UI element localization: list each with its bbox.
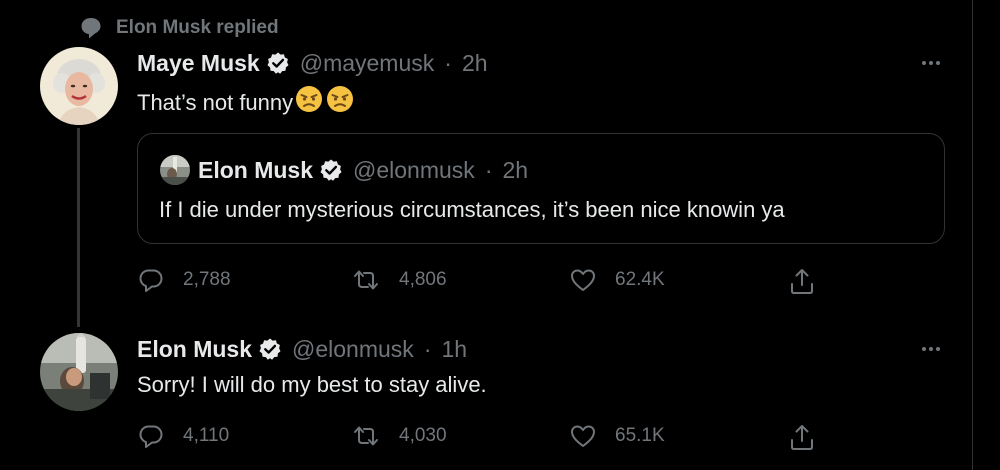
tweet-header: Elon Musk @elonmusk · 1h	[137, 335, 467, 363]
heart-icon	[569, 422, 597, 450]
reply-icon	[137, 266, 165, 294]
more-options-button[interactable]	[915, 53, 947, 73]
reply-button[interactable]: 2,788	[137, 266, 231, 294]
author-name[interactable]: Elon Musk	[137, 335, 252, 363]
quoted-avatar-image	[160, 155, 190, 185]
author-handle[interactable]: @elonmusk	[292, 335, 414, 363]
speech-bubble-icon	[80, 16, 102, 40]
like-button[interactable]: 62.4K	[569, 266, 665, 294]
separator: ·	[444, 50, 452, 76]
retweet-count: 4,806	[399, 269, 447, 290]
share-icon	[788, 422, 816, 452]
tweet-text: That’s not funny	[137, 85, 354, 120]
avatar-image	[40, 333, 118, 411]
share-button[interactable]	[788, 266, 816, 296]
quoted-timestamp: 2h	[502, 157, 529, 183]
avatar[interactable]	[40, 333, 118, 411]
tweet-header: Maye Musk @mayemusk · 2h	[137, 49, 488, 77]
retweet-count: 4,030	[399, 425, 447, 446]
author-handle[interactable]: @mayemusk	[300, 49, 435, 77]
separator: ·	[484, 157, 493, 183]
angry-face-emoji-icon	[326, 85, 354, 120]
heart-icon	[569, 266, 597, 294]
tweet-actions: 2,788 4,806 62.4K	[137, 266, 817, 296]
like-button[interactable]: 65.1K	[569, 422, 665, 450]
tweet-text-content: That’s not funny	[137, 89, 294, 115]
share-icon	[788, 266, 816, 296]
share-button[interactable]	[788, 422, 816, 452]
retweet-button[interactable]: 4,030	[351, 422, 447, 450]
retweet-button[interactable]: 4,806	[351, 266, 447, 294]
social-context: Elon Musk replied	[80, 14, 279, 42]
tweet-actions: 4,110 4,030 65.1K	[137, 422, 817, 452]
verified-badge-icon	[258, 337, 282, 361]
verified-badge-icon	[266, 51, 290, 75]
author-name[interactable]: Maye Musk	[137, 49, 260, 77]
quoted-author-handle: @elonmusk	[353, 157, 475, 183]
reply-count: 4,110	[183, 425, 230, 446]
angry-face-emoji-icon	[295, 85, 323, 120]
timestamp[interactable]: 2h	[462, 49, 488, 77]
quoted-avatar	[160, 155, 190, 185]
verified-badge-icon	[319, 158, 343, 182]
quoted-header: Elon Musk @elonmusk · 2h	[198, 156, 528, 184]
like-count: 65.1K	[615, 425, 665, 446]
reply-icon	[137, 422, 165, 450]
avatar-image	[40, 47, 118, 125]
retweet-icon	[351, 266, 381, 294]
separator: ·	[423, 336, 432, 362]
quoted-tweet-text: If I die under mysterious circumstances,…	[159, 197, 785, 222]
timeline-column: Elon Musk replied Maye Musk @mayemusk · …	[0, 0, 973, 470]
reply-button[interactable]: 4,110	[137, 422, 229, 450]
reply-count: 2,788	[183, 269, 231, 290]
tweet-text: Sorry! I will do my best to stay alive.	[137, 372, 487, 397]
quoted-author-name: Elon Musk	[198, 157, 314, 183]
thread-line	[77, 128, 80, 327]
more-options-button[interactable]	[915, 339, 947, 359]
timestamp[interactable]: 1h	[441, 335, 467, 363]
social-context-text: Elon Musk replied	[116, 17, 279, 38]
avatar[interactable]	[40, 47, 118, 125]
retweet-icon	[351, 422, 381, 450]
quoted-tweet[interactable]: Elon Musk @elonmusk · 2h If I die under …	[137, 133, 945, 244]
like-count: 62.4K	[615, 269, 665, 290]
